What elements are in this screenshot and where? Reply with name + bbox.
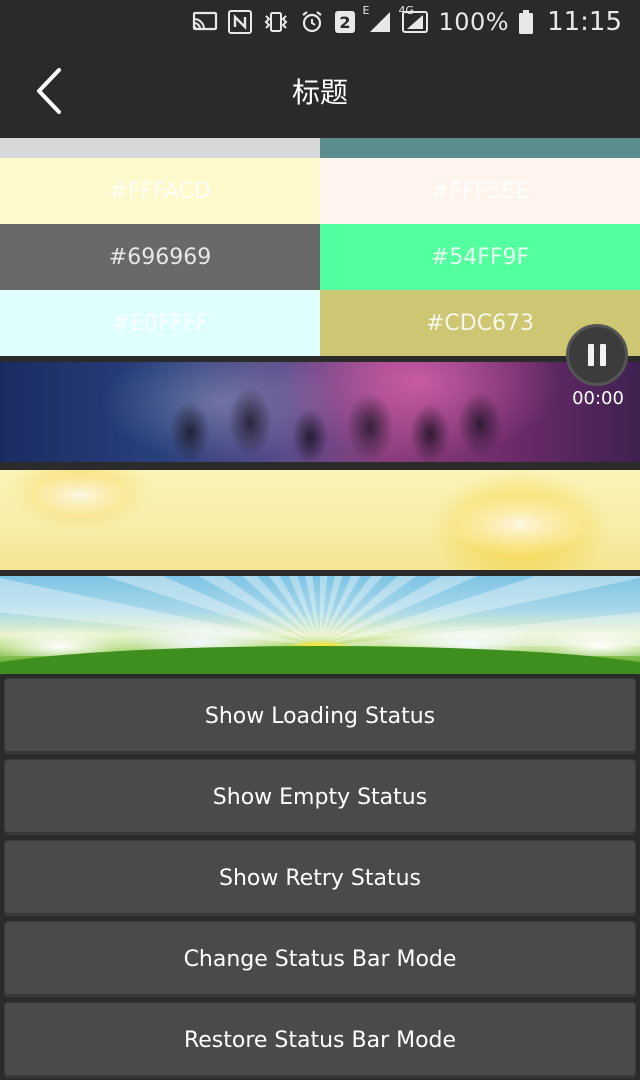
network-4g-label: 4G (398, 4, 414, 17)
svg-text:2: 2 (340, 13, 351, 32)
network-type-label: E (362, 4, 370, 17)
color-label: #696969 (108, 244, 212, 270)
crowd-image (160, 382, 520, 462)
show-retry-status-button[interactable]: Show Retry Status (4, 840, 636, 916)
battery-percent: 100% (438, 8, 510, 36)
pause-button[interactable] (566, 324, 628, 386)
alarm-icon (300, 10, 324, 34)
banner-sunrise[interactable] (0, 576, 640, 674)
pause-icon-bar (600, 344, 606, 366)
change-status-bar-mode-button[interactable]: Change Status Bar Mode (4, 921, 636, 997)
signal-4g-icon: 4G (398, 4, 429, 34)
color-cell[interactable]: #FFF5EE (320, 158, 640, 224)
color-cell[interactable]: #54FF9F (320, 224, 640, 290)
color-label: #54FF9F (430, 244, 530, 270)
nfc-icon (228, 10, 253, 34)
signal-icon: E (362, 4, 392, 34)
color-cell[interactable]: #696969 (0, 224, 320, 290)
flower-image (420, 480, 620, 570)
color-grid: #FFFACD #FFF5EE #696969 #54FF9F #E0FFFF … (0, 138, 640, 356)
chevron-left-icon (37, 68, 61, 114)
show-empty-status-button[interactable]: Show Empty Status (4, 759, 636, 835)
clock: 11:15 (547, 7, 622, 37)
show-loading-status-button[interactable]: Show Loading Status (4, 678, 636, 754)
page-title: 标题 (291, 76, 348, 109)
banner-concert[interactable] (0, 362, 640, 462)
restore-status-bar-mode-button[interactable]: Restore Status Bar Mode (4, 1002, 636, 1078)
color-strip-right (320, 138, 640, 158)
banner-flowers[interactable] (0, 470, 640, 570)
cast-icon (192, 10, 218, 34)
media-time: 00:00 (572, 388, 624, 409)
color-cell[interactable]: #FFFACD (0, 158, 320, 224)
battery-icon (519, 10, 534, 34)
color-cell[interactable]: #E0FFFF (0, 290, 320, 356)
color-label: #FFF5EE (430, 178, 530, 204)
back-button[interactable] (24, 66, 74, 116)
color-label: #FFFACD (109, 178, 211, 204)
vibrate-icon (262, 10, 290, 34)
pause-icon (588, 344, 594, 366)
color-label: #CDC673 (425, 310, 535, 336)
flower-image (0, 470, 160, 530)
color-label: #E0FFFF (111, 310, 209, 336)
sim2-icon: 2 (334, 10, 356, 34)
title-bar: 标题 (0, 44, 640, 138)
media-controls: 00:00 (560, 316, 636, 426)
color-strip-left (0, 138, 320, 158)
status-bar: 2 E 4G 100% 11:15 (0, 0, 640, 44)
